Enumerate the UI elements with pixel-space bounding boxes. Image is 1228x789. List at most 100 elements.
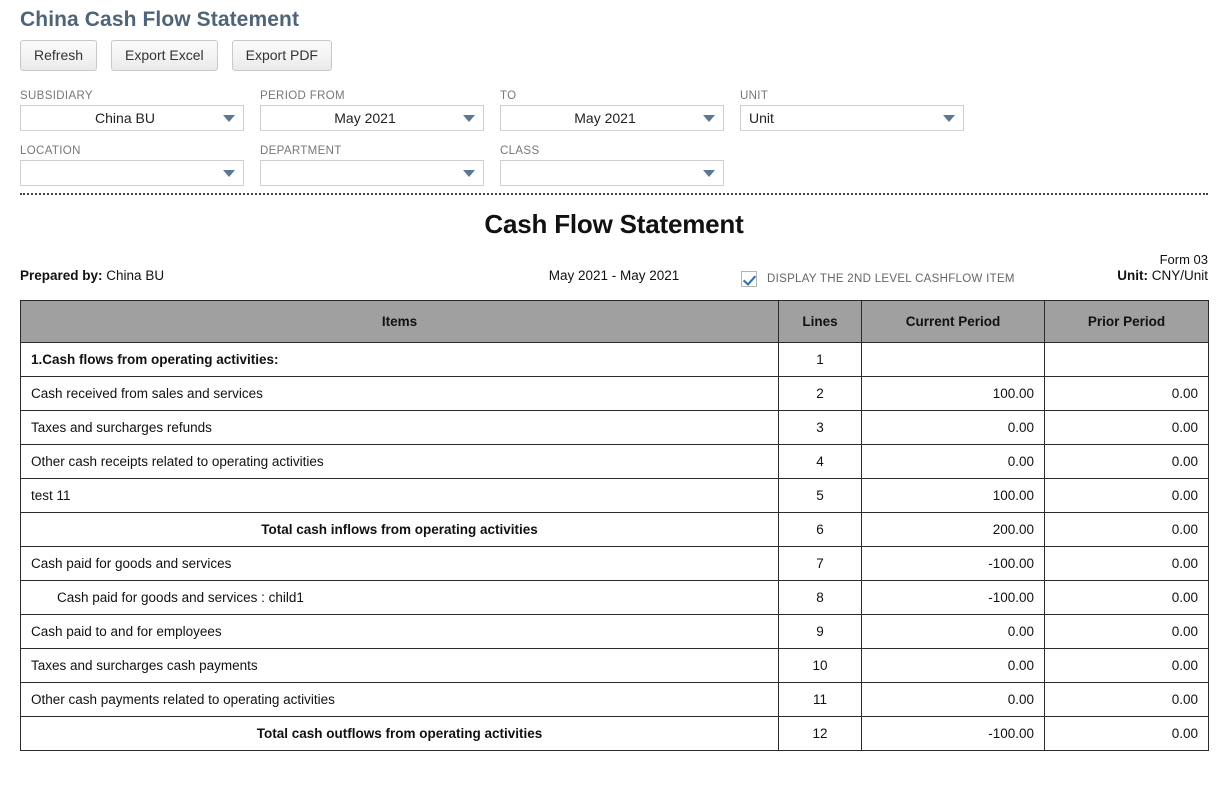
column-header-lines: Lines <box>778 300 862 343</box>
page-title: China Cash Flow Statement <box>20 8 300 31</box>
row-prior-period: 0.00 <box>1044 478 1209 513</box>
table-row: 1.Cash flows from operating activities: 1 <box>20 342 1209 377</box>
unit-info: Unit: CNY/Unit <box>1117 268 1208 283</box>
table-body: 1.Cash flows from operating activities: 1… <box>20 342 1209 751</box>
table-row: Cash paid to and for employees 9 0.00 0.00 <box>20 614 1209 649</box>
report-meta: Prepared by: China BU May 2021 - May 202… <box>20 268 1208 290</box>
unit-info-label: Unit: <box>1117 268 1148 283</box>
period-from-value: May 2021 <box>334 110 396 126</box>
row-line-number: 3 <box>778 410 862 445</box>
row-item-label: Other cash receipts related to operating… <box>20 444 779 479</box>
row-current-period: 0.00 <box>861 682 1045 717</box>
row-line-number: 7 <box>778 546 862 581</box>
row-current-period: 0.00 <box>861 444 1045 479</box>
table-row: Taxes and surcharges refunds 3 0.00 0.00 <box>20 410 1209 445</box>
table-row: Other cash receipts related to operating… <box>20 444 1209 479</box>
field-department: DEPARTMENT <box>260 144 484 186</box>
department-label: DEPARTMENT <box>260 145 342 157</box>
row-current-period <box>861 342 1045 377</box>
table-row: Other cash payments related to operating… <box>20 682 1209 717</box>
row-prior-period: 0.00 <box>1044 614 1209 649</box>
table-row: Cash paid for goods and services : child… <box>20 580 1209 615</box>
row-current-period: 0.00 <box>861 614 1045 649</box>
filter-bar: SUBSIDIARY China BU PERIOD FROM May 2021… <box>0 89 1228 287</box>
row-item-label: test 11 <box>20 478 779 513</box>
row-line-number: 9 <box>778 614 862 649</box>
row-item-label: Cash paid for goods and services <box>20 546 779 581</box>
column-header-items: Items <box>20 300 779 343</box>
unit-value: Unit <box>749 110 774 126</box>
period-range: May 2021 - May 2021 <box>548 268 680 283</box>
row-line-number: 2 <box>778 376 862 411</box>
row-prior-period: 0.00 <box>1044 648 1209 683</box>
field-location: LOCATION <box>20 144 244 186</box>
row-current-period: 200.00 <box>861 512 1045 547</box>
column-header-current-period: Current Period <box>861 300 1045 343</box>
report: Cash Flow Statement Form 03 Prepared by:… <box>0 209 1228 751</box>
department-select[interactable] <box>260 160 484 186</box>
row-item-label: Total cash inflows from operating activi… <box>20 512 779 547</box>
row-line-number: 4 <box>778 444 862 479</box>
row-current-period: -100.00 <box>861 546 1045 581</box>
class-select[interactable] <box>500 160 724 186</box>
table-header-row: Items Lines Current Period Prior Period <box>20 300 1209 343</box>
chevron-down-icon <box>703 170 715 177</box>
period-to-label: TO <box>500 90 517 102</box>
chevron-down-icon <box>703 115 715 122</box>
period-from-label: PERIOD FROM <box>260 90 345 102</box>
field-period-from: PERIOD FROM May 2021 <box>260 89 484 131</box>
row-item-label: Total cash outflows from operating activ… <box>20 716 779 751</box>
row-item-label: Other cash payments related to operating… <box>20 682 779 717</box>
row-line-number: 5 <box>778 478 862 513</box>
class-label: CLASS <box>500 145 540 157</box>
row-current-period: 100.00 <box>861 478 1045 513</box>
row-line-number: 6 <box>778 512 862 547</box>
form-number: Form 03 <box>1159 252 1208 267</box>
unit-info-value: CNY/Unit <box>1151 268 1208 283</box>
row-prior-period: 0.00 <box>1044 410 1209 445</box>
row-line-number: 1 <box>778 342 862 377</box>
row-prior-period: 0.00 <box>1044 512 1209 547</box>
row-line-number: 8 <box>778 580 862 615</box>
unit-label: UNIT <box>740 90 769 102</box>
row-current-period: 100.00 <box>861 376 1045 411</box>
subsidiary-label: SUBSIDIARY <box>20 90 93 102</box>
export-pdf-button[interactable]: Export PDF <box>231 40 332 71</box>
subsidiary-select[interactable]: China BU <box>20 105 244 131</box>
row-current-period: -100.00 <box>861 716 1045 751</box>
row-current-period: 0.00 <box>861 410 1045 445</box>
chevron-down-icon <box>463 170 475 177</box>
row-line-number: 12 <box>778 716 862 751</box>
chevron-down-icon <box>463 115 475 122</box>
period-to-select[interactable]: May 2021 <box>500 105 724 131</box>
table-row: Cash received from sales and services 2 10… <box>20 376 1209 411</box>
chevron-down-icon <box>223 115 235 122</box>
table-row: Total cash inflows from operating activi… <box>20 512 1209 547</box>
row-line-number: 11 <box>778 682 862 717</box>
row-item-label: 1.Cash flows from operating activities: <box>20 342 779 377</box>
cash-flow-table: Items Lines Current Period Prior Period … <box>20 300 1209 751</box>
row-prior-period: 0.00 <box>1044 580 1209 615</box>
row-prior-period: 0.00 <box>1044 444 1209 479</box>
chevron-down-icon <box>943 115 955 122</box>
unit-select[interactable]: Unit <box>740 105 964 131</box>
table-row: test 11 5 100.00 0.00 <box>20 478 1209 513</box>
row-prior-period <box>1044 342 1209 377</box>
field-subsidiary: SUBSIDIARY China BU <box>20 89 244 131</box>
row-prior-period: 0.00 <box>1044 546 1209 581</box>
row-item-label: Taxes and surcharges cash payments <box>20 648 779 683</box>
row-current-period: -100.00 <box>861 580 1045 615</box>
location-select[interactable] <box>20 160 244 186</box>
row-item-label: Cash received from sales and services <box>20 376 779 411</box>
row-prior-period: 0.00 <box>1044 682 1209 717</box>
table-row: Total cash outflows from operating activ… <box>20 716 1209 751</box>
toolbar: Refresh Export Excel Export PDF <box>20 40 1228 71</box>
table-row: Cash paid for goods and services 7 -100.00… <box>20 546 1209 581</box>
field-class: CLASS <box>500 144 724 186</box>
period-from-select[interactable]: May 2021 <box>260 105 484 131</box>
export-excel-button[interactable]: Export Excel <box>111 40 218 71</box>
row-line-number: 10 <box>778 648 862 683</box>
refresh-button[interactable]: Refresh <box>20 40 98 71</box>
row-item-label: Cash paid for goods and services : child… <box>20 580 779 615</box>
location-label: LOCATION <box>20 145 81 157</box>
